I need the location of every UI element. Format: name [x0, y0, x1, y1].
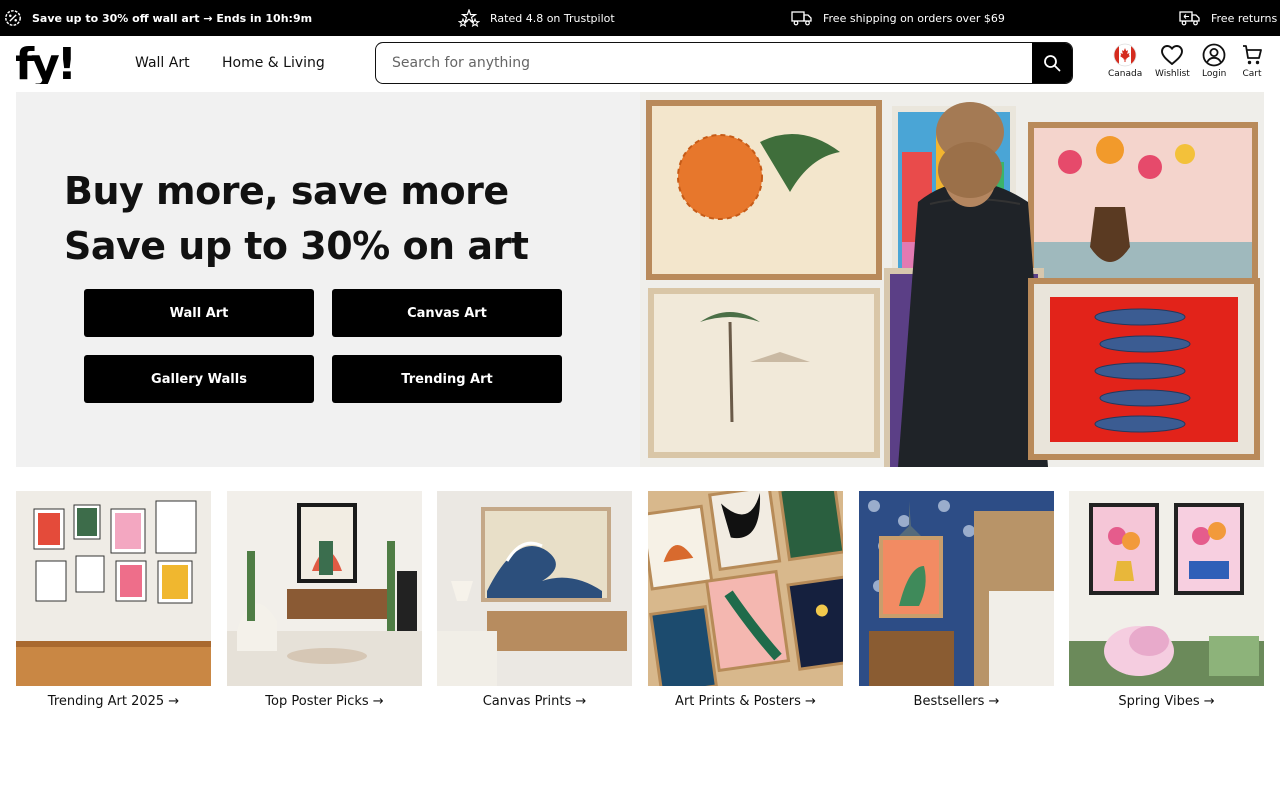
search-button[interactable]	[1032, 43, 1072, 83]
wishlist-button[interactable]: Wishlist	[1155, 43, 1190, 79]
site-header: fy! Wall Art Home & Living Canada	[0, 36, 1280, 92]
fy-logo[interactable]: fy!	[15, 39, 92, 90]
wishlist-label: Wishlist	[1155, 69, 1190, 79]
promo-returns-text: Free returns	[1211, 11, 1278, 25]
promo-shipping-text: Free shipping on orders over $69	[823, 11, 1005, 25]
category-thumb	[648, 491, 843, 686]
cart-icon	[1243, 45, 1262, 65]
fy-logo-wordmark: fy!	[16, 46, 74, 84]
category-card-spring-vibes[interactable]: Spring Vibes →	[1069, 491, 1264, 709]
category-label: Spring Vibes →	[1118, 694, 1215, 709]
heart-icon	[1161, 45, 1184, 65]
category-label: Bestsellers →	[913, 694, 1000, 709]
hero-panel: Buy more, save more Save up to 30% on ar…	[16, 92, 640, 467]
login-button[interactable]: Login	[1202, 43, 1226, 79]
cart-label: Cart	[1242, 69, 1262, 79]
category-label: Top Poster Picks →	[265, 694, 384, 709]
category-card-art-prints-posters[interactable]: Art Prints & Posters →	[648, 491, 843, 709]
discount-badge-icon	[5, 10, 21, 26]
nav-home-living[interactable]: Home & Living	[222, 55, 325, 71]
promo-trustpilot[interactable]: Rated 4.8 on Trustpilot	[458, 0, 615, 36]
search-icon	[1044, 55, 1061, 72]
delivery-truck-icon	[791, 11, 812, 26]
promo-shipping[interactable]: Free shipping on orders over $69	[791, 0, 1005, 36]
stars-icon	[458, 9, 480, 27]
canada-flag-icon	[1113, 43, 1137, 67]
category-art-prints	[648, 491, 843, 686]
promo-sale-text: Save up to 30% off wall art → Ends in 10…	[32, 11, 313, 25]
category-art-trending	[16, 491, 211, 686]
category-card-top-poster-picks[interactable]: Top Poster Picks →	[227, 491, 422, 709]
category-thumb	[227, 491, 422, 686]
hero-title-line2: Save up to 30% on art	[64, 224, 529, 268]
login-label: Login	[1202, 69, 1227, 79]
search-bar	[375, 42, 1073, 84]
search-input[interactable]	[376, 43, 1032, 83]
promo-returns[interactable]: Free returns	[1179, 0, 1277, 36]
category-card-trending-art[interactable]: Trending Art 2025 →	[16, 491, 211, 709]
category-label: Trending Art 2025 →	[47, 694, 180, 709]
returns-truck-icon	[1179, 11, 1200, 26]
cta-gallery-walls[interactable]: Gallery Walls	[84, 355, 314, 403]
cta-canvas-art[interactable]: Canvas Art	[332, 289, 562, 337]
fy-logo-mark: fy!	[15, 39, 77, 90]
country-selector[interactable]: Canada	[1108, 43, 1142, 79]
promo-bar: Save up to 30% off wall art → Ends in 10…	[0, 0, 1280, 36]
category-thumb	[16, 491, 211, 686]
category-label: Art Prints & Posters →	[675, 694, 816, 709]
category-card-canvas-prints[interactable]: Canvas Prints →	[437, 491, 632, 709]
promo-trustpilot-text: Rated 4.8 on Trustpilot	[490, 11, 615, 25]
hero-image	[640, 92, 1264, 467]
category-label: Canvas Prints →	[482, 694, 587, 709]
category-card-bestsellers[interactable]: Bestsellers →	[859, 491, 1054, 709]
cart-button[interactable]: Cart	[1241, 43, 1263, 79]
cta-wall-art[interactable]: Wall Art	[84, 289, 314, 337]
nav-wall-art[interactable]: Wall Art	[135, 55, 190, 71]
category-art-canvas	[437, 491, 632, 686]
country-label: Canada	[1108, 69, 1143, 79]
category-art-bestsellers	[859, 491, 1054, 686]
promo-sale[interactable]: Save up to 30% off wall art → Ends in 10…	[4, 0, 312, 36]
user-icon	[1202, 43, 1226, 67]
category-thumb	[859, 491, 1054, 686]
category-art-posters	[227, 491, 422, 686]
hero-title-line1: Buy more, save more	[64, 169, 509, 213]
category-thumb	[1069, 491, 1264, 686]
category-thumb	[437, 491, 632, 686]
hero-title: Buy more, save more Save up to 30% on ar…	[64, 164, 529, 274]
cta-trending-art[interactable]: Trending Art	[332, 355, 562, 403]
category-art-spring	[1069, 491, 1264, 686]
hero-image-art	[640, 92, 1264, 467]
